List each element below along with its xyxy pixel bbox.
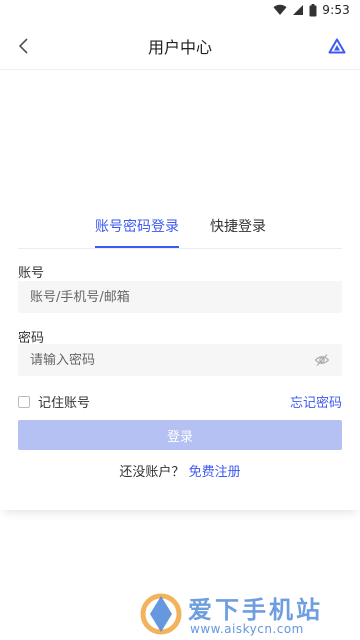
watermark: 爱下手机站 www.aiskycn.com	[130, 588, 360, 640]
status-icons: 9:53	[273, 3, 350, 17]
status-time: 9:53	[322, 3, 350, 17]
tab-divider	[18, 248, 342, 249]
forgot-password-link[interactable]: 忘记密码	[290, 392, 342, 411]
tab-quick-login[interactable]: 快捷登录	[210, 216, 266, 236]
register-prompt: 还没账户？	[119, 465, 185, 480]
account-input[interactable]	[30, 289, 300, 305]
password-input-box	[18, 344, 342, 376]
status-bar: 9:53	[0, 0, 360, 22]
page-title: 用户中心	[147, 38, 212, 57]
brand-button[interactable]	[326, 35, 348, 57]
tab-password-login[interactable]: 账号密码登录	[95, 216, 179, 236]
brand-logo-icon	[328, 38, 346, 54]
register-link[interactable]: 免费注册	[189, 465, 241, 480]
watermark-url: www.aiskycn.com	[190, 622, 304, 636]
register-row: 还没账户？ 免费注册	[0, 461, 360, 480]
eye-hidden-icon[interactable]	[314, 352, 330, 368]
watermark-logo-icon	[140, 593, 182, 635]
login-button[interactable]: 登录	[18, 420, 342, 450]
remember-account[interactable]: 记住账号	[18, 392, 90, 411]
login-tabs: 账号密码登录 快捷登录	[0, 216, 360, 248]
watermark-title: 爱下手机站	[188, 596, 323, 624]
remember-checkbox[interactable]	[18, 395, 30, 408]
account-label: 账号	[18, 266, 45, 281]
signal-icon	[293, 5, 304, 15]
remember-label: 记住账号	[38, 396, 91, 411]
wifi-icon	[273, 4, 287, 16]
account-input-box	[18, 281, 342, 313]
app-header: 用户中心	[0, 22, 360, 70]
password-input[interactable]	[30, 352, 300, 368]
battery-icon	[309, 3, 317, 16]
